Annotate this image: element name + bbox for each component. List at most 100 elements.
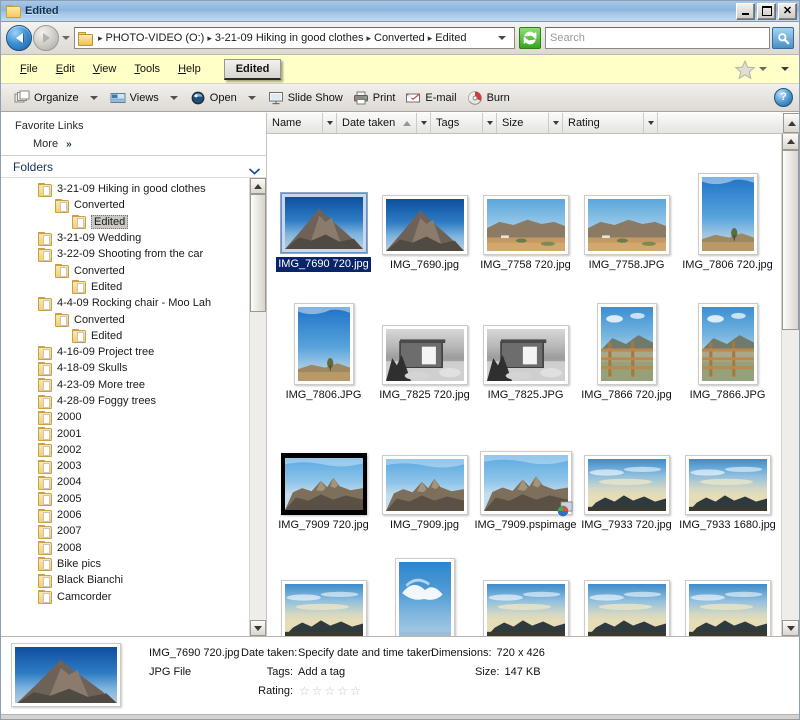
file-thumbnail[interactable] [293,303,354,385]
menu-item-help[interactable]: Help [169,60,210,78]
help-button[interactable]: ? [774,88,793,107]
scroll-down-button[interactable] [250,620,266,636]
file-item[interactable]: IMG_7909.jpg [374,402,475,532]
file-item[interactable] [677,532,778,636]
file-name-label[interactable]: IMG_7933 720.jpg [581,519,672,532]
tree-item[interactable]: 4-28-09 Foggy trees [1,393,249,409]
details-date-taken-row[interactable]: Date taken: Specify date and time taken [241,643,434,662]
details-tags-value[interactable]: Add a tag [298,666,345,678]
refresh-icon[interactable] [519,27,541,49]
tree-item[interactable]: Black Bianchi [1,572,249,588]
breadcrumb-item-2[interactable]: Converted [374,32,425,44]
menubar-overflow-icon[interactable] [781,67,789,71]
tree-item[interactable]: 4-4-09 Rocking chair - Moo Lah [1,295,249,311]
search-box[interactable] [545,27,770,49]
file-item[interactable]: IMG_7690 720.jpg [273,142,374,272]
open-caret-icon[interactable] [247,95,256,100]
breadcrumb-item-1[interactable]: 3-21-09 Hiking in good clothes [215,32,364,44]
tree-item[interactable]: Converted [1,311,249,328]
file-thumbnail[interactable] [381,455,468,515]
file-item[interactable] [576,532,677,636]
rating-star-4[interactable]: ☆ [337,685,348,697]
scroll-thumb[interactable] [250,194,266,312]
breadcrumb-separator-3[interactable]: ▸ [428,33,433,43]
file-thumbnail[interactable] [394,558,455,636]
tree-item[interactable]: 2006 [1,507,249,523]
file-thumbnail[interactable] [381,325,468,385]
column-header-date-taken[interactable]: Date taken [337,113,431,133]
file-thumbnail[interactable] [280,580,367,636]
tree-item[interactable]: Edited [1,279,249,295]
file-name-label[interactable]: IMG_7806 720.jpg [682,259,773,272]
files-scroll-track[interactable] [782,330,799,620]
file-thumbnail[interactable] [684,455,771,515]
breadcrumb-dropdown-icon[interactable] [498,36,506,40]
file-thumbnail[interactable] [280,193,367,253]
file-name-label[interactable]: IMG_7806.JPG [286,389,362,402]
file-item[interactable]: IMG_7909 720.jpg [273,402,374,532]
file-item[interactable]: IMG_7825 720.jpg [374,272,475,402]
files-scroll-up-cap[interactable] [783,113,799,133]
file-thumbnail[interactable] [482,580,569,636]
file-thumbnail[interactable] [697,303,758,385]
slideshow-button[interactable]: Slide Show [263,88,348,108]
print-button[interactable]: Print [348,88,401,108]
file-thumbnail[interactable] [697,173,758,255]
column-dropdown-icon[interactable] [548,113,562,133]
file-name-label[interactable]: IMG_7758 720.jpg [480,259,571,272]
tree-item[interactable]: 3-22-09 Shooting from the car [1,246,249,262]
file-name-label[interactable]: IMG_7690.jpg [390,259,459,272]
scroll-up-button[interactable] [250,178,266,194]
column-dropdown-icon[interactable] [322,113,336,133]
menu-item-tools[interactable]: Tools [125,60,169,78]
tree-item[interactable]: Bike pics [1,556,249,572]
forward-button[interactable] [33,25,59,51]
email-button[interactable]: E-mail [400,88,461,108]
file-name-label[interactable]: IMG_7866 720.jpg [581,389,672,402]
back-button[interactable] [6,25,32,51]
favorites-star-icon[interactable] [734,59,756,80]
chevron-down-icon[interactable] [249,164,260,175]
tree-item[interactable]: 2008 [1,540,249,556]
file-item[interactable] [475,532,576,636]
file-thumbnail[interactable] [479,451,572,517]
breadcrumb-item-3[interactable]: Edited [435,32,466,44]
file-name-label[interactable]: IMG_7690 720.jpg [276,257,371,272]
column-header[interactable]: Name Date taken Tags Size Rating [267,113,799,134]
menu-item-edit[interactable]: Edit [47,60,84,78]
file-item[interactable]: IMG_7825.JPG [475,272,576,402]
close-button[interactable]: ✕ [778,2,797,20]
tree-item[interactable]: 2003 [1,458,249,474]
file-name-label[interactable]: IMG_7909.jpg [390,519,459,532]
files-scroll-down-button[interactable] [782,620,799,636]
recent-locations-caret-icon[interactable] [62,36,70,40]
breadcrumb-separator-2[interactable]: ▸ [366,33,371,43]
rating-star-5[interactable]: ☆ [350,685,361,697]
file-thumbnail[interactable] [280,453,367,515]
breadcrumb-separator-1[interactable]: ▸ [207,33,212,43]
maximize-button[interactable] [757,2,776,20]
thumbnail-grid[interactable]: IMG_7690 720.jpg IMG_7690.jpg IMG_7758 720… [267,134,781,636]
file-thumbnail[interactable] [482,325,569,385]
tree-item[interactable]: 2001 [1,425,249,442]
file-item[interactable]: IMG_7758.JPG [576,142,677,272]
search-icon[interactable] [772,27,794,49]
open-button[interactable]: Open [185,88,242,108]
tree-item[interactable]: Converted [1,262,249,279]
tree-item[interactable]: 4-23-09 More tree [1,377,249,393]
tree-item[interactable]: 4-16-09 Project tree [1,344,249,360]
views-button[interactable]: Views [105,88,164,108]
folder-tree-scrollbar[interactable] [249,178,266,636]
column-header-rating[interactable]: Rating [563,113,658,133]
tree-item[interactable]: 3-21-09 Wedding [1,230,249,246]
rating-stars[interactable]: ☆ ☆ ☆ ☆ ☆ [299,685,361,697]
file-item[interactable] [374,532,475,636]
tab-edited[interactable]: Edited [223,58,282,80]
organize-button[interactable]: Organize [9,88,84,108]
search-input[interactable] [546,28,769,48]
breadcrumb-item-0[interactable]: PHOTO-VIDEO (O:) [106,32,205,44]
rating-star-3[interactable]: ☆ [325,685,336,697]
file-thumbnail[interactable] [381,195,468,255]
tree-item[interactable]: 2004 [1,474,249,490]
tree-item[interactable]: Converted [1,197,249,213]
